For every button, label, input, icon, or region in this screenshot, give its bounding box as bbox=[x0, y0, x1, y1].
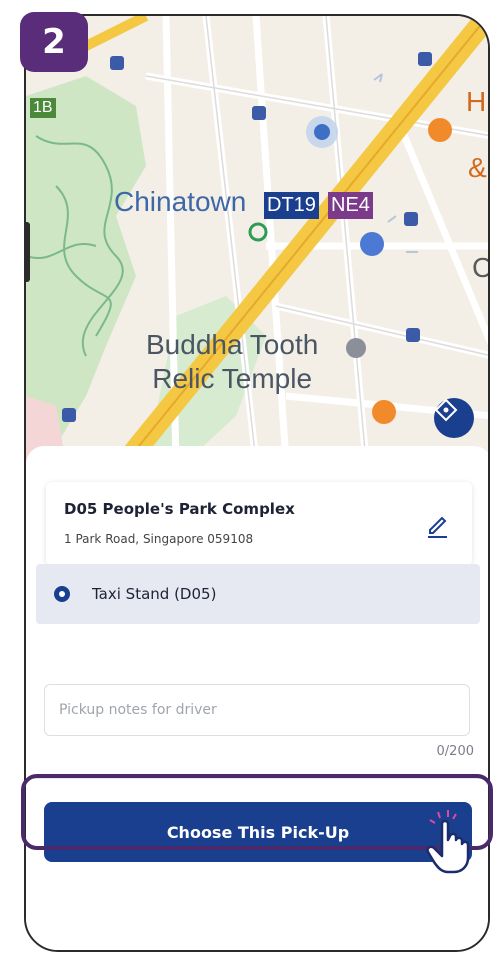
map-edge-label: C bbox=[472, 252, 488, 284]
location-address: 1 Park Road, Singapore 059108 bbox=[64, 532, 254, 546]
route-badge: 1B bbox=[30, 98, 56, 118]
pickup-sheet: D05 People's Park Complex 1 Park Road, S… bbox=[26, 446, 488, 950]
locate-icon bbox=[434, 398, 458, 422]
map-edge-label: H bbox=[466, 86, 487, 117]
pencil-icon bbox=[428, 516, 447, 538]
address-card: D05 People's Park Complex 1 Park Road, S… bbox=[46, 482, 472, 566]
step-badge: 2 bbox=[20, 12, 88, 72]
map-edge-label: & bbox=[468, 152, 487, 183]
location-pin-icon bbox=[54, 586, 70, 602]
mrt-code-ne: NE4 bbox=[328, 192, 373, 219]
phone-side-button bbox=[26, 222, 30, 282]
choose-pickup-button[interactable]: Choose This Pick-Up bbox=[44, 802, 472, 862]
map-view[interactable]: 1B Chinatown DT19 NE4 Buddha Tooth Relic… bbox=[26, 16, 488, 462]
pickup-notes-input[interactable] bbox=[44, 684, 470, 736]
landmark-label: Buddha Tooth Relic Temple bbox=[146, 328, 318, 395]
recenter-button[interactable] bbox=[434, 398, 474, 438]
pickup-point-label: Taxi Stand (D05) bbox=[92, 585, 217, 603]
landmark-label-line2: Relic Temple bbox=[152, 362, 313, 394]
edit-location-button[interactable] bbox=[420, 508, 454, 542]
map-area-label: Chinatown bbox=[114, 186, 247, 217]
pickup-point-option[interactable]: Taxi Stand (D05) bbox=[36, 564, 480, 624]
notes-char-counter: 0/200 bbox=[436, 744, 474, 759]
tap-hand-icon bbox=[426, 810, 470, 874]
landmark-label-line1: Buddha Tooth bbox=[146, 329, 319, 360]
mrt-code-dt: DT19 bbox=[264, 192, 319, 219]
location-title: D05 People's Park Complex bbox=[64, 500, 295, 518]
divider bbox=[26, 778, 488, 779]
